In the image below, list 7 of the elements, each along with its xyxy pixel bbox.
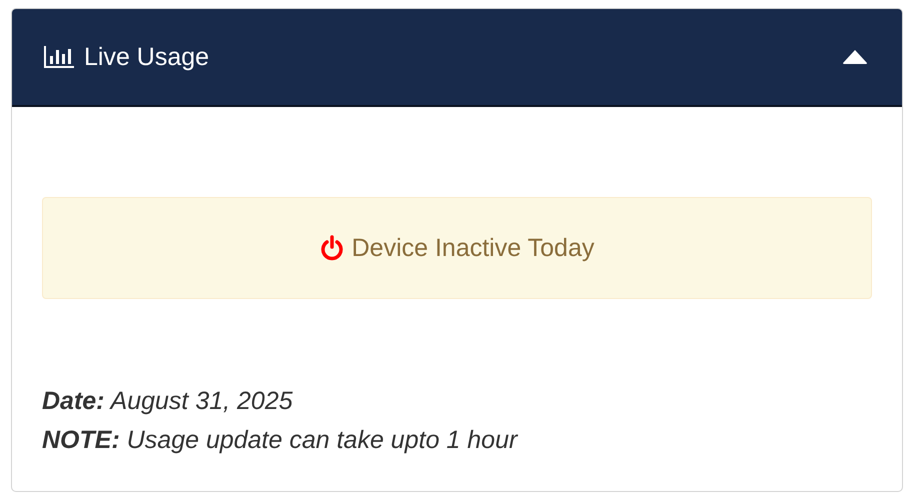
alert-text: Device Inactive Today [352, 234, 594, 262]
note-text: NOTE: Usage update can take upto 1 hour [42, 426, 519, 454]
caret-icon [842, 49, 868, 65]
panel-title: Live Usage [84, 42, 210, 72]
power-icon [320, 235, 344, 261]
bar-chart-icon [44, 46, 74, 68]
note-text: Date: August 31, 2025 [42, 387, 294, 415]
